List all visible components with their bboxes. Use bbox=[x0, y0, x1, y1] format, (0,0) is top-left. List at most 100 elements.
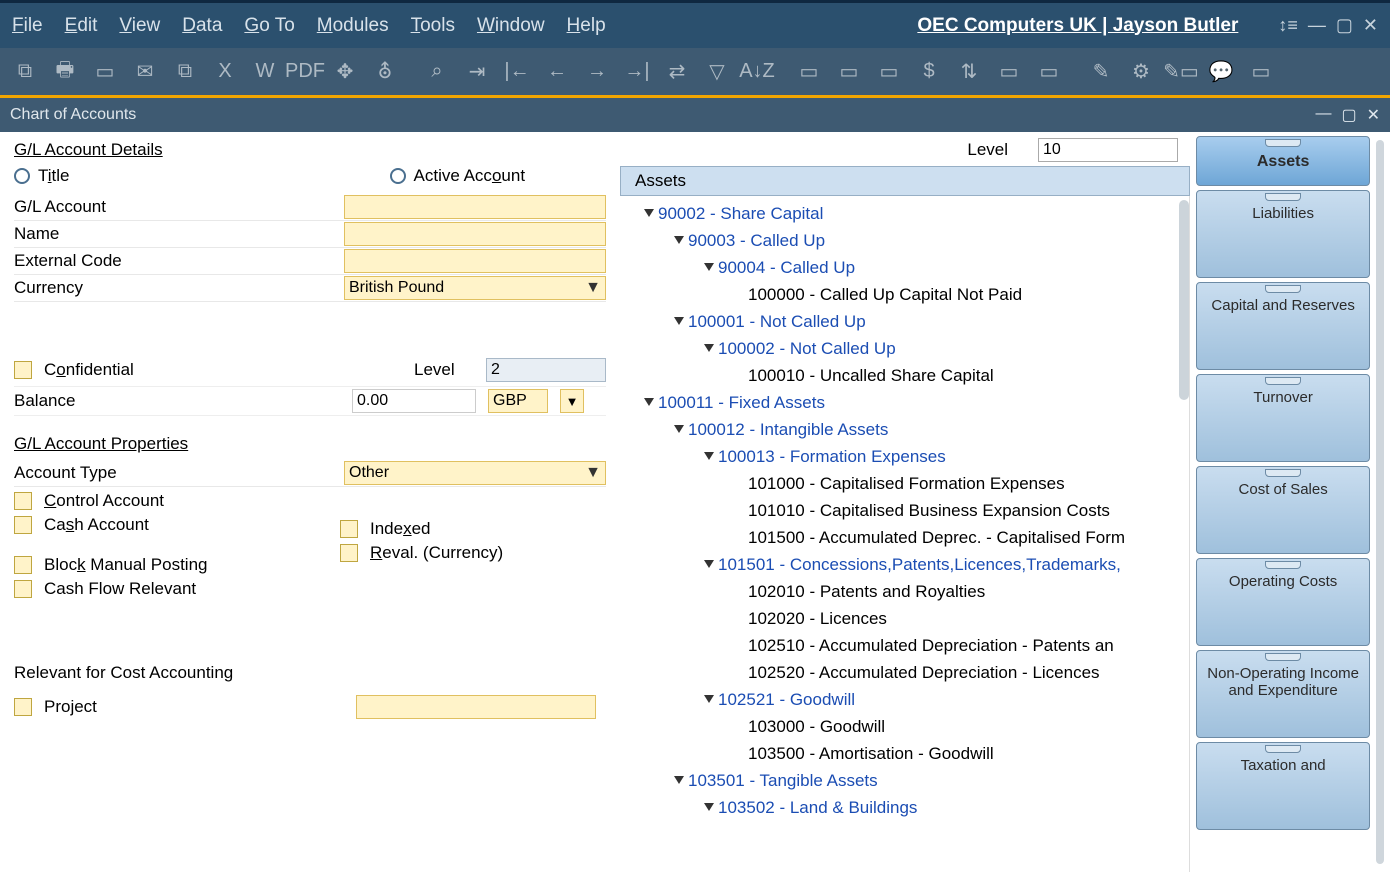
menu-window[interactable]: Window bbox=[477, 15, 545, 37]
finance-icon[interactable]: $ bbox=[912, 55, 946, 89]
doc3-icon[interactable]: ▭ bbox=[872, 55, 906, 89]
tree-node[interactable]: 90004 - Called Up bbox=[628, 254, 1181, 281]
preview-icon[interactable]: ⧉ bbox=[8, 55, 42, 89]
folder-icon[interactable]: ▭ bbox=[88, 55, 122, 89]
tree-scrollbar[interactable] bbox=[1179, 200, 1189, 400]
level-input[interactable] bbox=[486, 358, 606, 382]
expand-arrow-icon[interactable] bbox=[674, 236, 684, 244]
cash-flow-checkbox[interactable] bbox=[14, 580, 32, 598]
expand-arrow-icon[interactable] bbox=[704, 344, 714, 352]
edit-icon[interactable]: ✎ bbox=[1084, 55, 1118, 89]
tree-node[interactable]: 102521 - Goodwill bbox=[628, 686, 1181, 713]
indexed-checkbox[interactable] bbox=[340, 520, 358, 538]
sub-close-icon[interactable]: ✕ bbox=[1367, 105, 1380, 125]
menu-help[interactable]: Help bbox=[567, 15, 606, 37]
doc4-icon[interactable]: ▭ bbox=[992, 55, 1026, 89]
tree-node[interactable]: 90003 - Called Up bbox=[628, 227, 1181, 254]
tree-node[interactable]: 100012 - Intangible Assets bbox=[628, 416, 1181, 443]
control-account-checkbox[interactable] bbox=[14, 492, 32, 510]
expand-arrow-icon[interactable] bbox=[704, 695, 714, 703]
next-icon[interactable]: → bbox=[580, 55, 614, 89]
first-icon[interactable]: |← bbox=[500, 55, 534, 89]
refresh-icon[interactable]: ⇄ bbox=[660, 55, 694, 89]
sort2-icon[interactable]: ⇅ bbox=[952, 55, 986, 89]
tree-node[interactable]: 100011 - Fixed Assets bbox=[628, 389, 1181, 416]
filter-icon[interactable]: ▽ bbox=[700, 55, 734, 89]
menu-file[interactable]: File bbox=[12, 15, 43, 37]
expand-arrow-icon[interactable] bbox=[674, 317, 684, 325]
project-input[interactable] bbox=[356, 695, 596, 719]
more-icon[interactable]: ▭ bbox=[1244, 55, 1278, 89]
tree-node[interactable]: 100001 - Not Called Up bbox=[628, 308, 1181, 335]
tree-node[interactable]: 100002 - Not Called Up bbox=[628, 335, 1181, 362]
confidential-checkbox[interactable] bbox=[14, 361, 32, 379]
drawer-capital-and-reserves[interactable]: Capital and Reserves bbox=[1196, 282, 1370, 370]
doc2-icon[interactable]: ▭ bbox=[832, 55, 866, 89]
menu-data[interactable]: Data bbox=[182, 15, 222, 37]
account-type-select[interactable]: Other▼ bbox=[344, 461, 606, 485]
close-icon[interactable]: ✕ bbox=[1363, 15, 1378, 36]
word-icon[interactable]: W bbox=[248, 55, 282, 89]
cash-account-checkbox[interactable] bbox=[14, 516, 32, 534]
tree-node[interactable]: 90002 - Share Capital bbox=[628, 200, 1181, 227]
minimize-icon[interactable]: — bbox=[1308, 15, 1326, 36]
menu-modules[interactable]: Modules bbox=[317, 15, 389, 37]
drawer-scrollbar[interactable] bbox=[1376, 140, 1384, 864]
expand-arrow-icon[interactable] bbox=[644, 398, 654, 406]
expand-arrow-icon[interactable] bbox=[704, 452, 714, 460]
drawer-taxation-and[interactable]: Taxation and bbox=[1196, 742, 1370, 830]
expand-arrow-icon[interactable] bbox=[674, 776, 684, 784]
tree-node[interactable]: 101501 - Concessions,Patents,Licences,Tr… bbox=[628, 551, 1181, 578]
comment-icon[interactable]: 💬 bbox=[1204, 55, 1238, 89]
drawer-non-operating-income-and-expenditure[interactable]: Non-Operating Income and Expenditure bbox=[1196, 650, 1370, 738]
drawer-cost-of-sales[interactable]: Cost of Sales bbox=[1196, 466, 1370, 554]
sub-minimize-icon[interactable]: — bbox=[1315, 105, 1331, 125]
layout-icon[interactable]: ↕≡ bbox=[1278, 15, 1298, 36]
print-icon[interactable]: 🖶 bbox=[48, 55, 82, 89]
lock-icon[interactable]: ⛢ bbox=[368, 55, 402, 89]
menu-tools[interactable]: Tools bbox=[411, 15, 455, 37]
menu-goto[interactable]: Go To bbox=[244, 15, 294, 37]
tree-node[interactable]: 103501 - Tangible Assets bbox=[628, 767, 1181, 794]
project-checkbox[interactable] bbox=[14, 698, 32, 716]
menu-edit[interactable]: Edit bbox=[65, 15, 98, 37]
gl-account-input[interactable] bbox=[344, 195, 606, 219]
find-icon[interactable]: ⌕ bbox=[420, 55, 454, 89]
excel-icon[interactable]: X bbox=[208, 55, 242, 89]
tree-level-input[interactable] bbox=[1038, 138, 1178, 162]
tree-node[interactable]: 103502 - Land & Buildings bbox=[628, 794, 1181, 821]
drawer-operating-costs[interactable]: Operating Costs bbox=[1196, 558, 1370, 646]
tree-node[interactable]: 100013 - Formation Expenses bbox=[628, 443, 1181, 470]
reval-checkbox[interactable] bbox=[340, 544, 358, 562]
sub-maximize-icon[interactable]: ▢ bbox=[1341, 105, 1356, 125]
balance-dropdown[interactable]: ▼ bbox=[560, 389, 584, 413]
copy-icon[interactable]: ⧉ bbox=[168, 55, 202, 89]
expand-arrow-icon[interactable] bbox=[644, 209, 654, 217]
expand-arrow-icon[interactable] bbox=[674, 425, 684, 433]
expand-arrow-icon[interactable] bbox=[704, 803, 714, 811]
expand-arrow-icon[interactable] bbox=[704, 263, 714, 271]
goto-icon[interactable]: ⇥ bbox=[460, 55, 494, 89]
name-input[interactable] bbox=[344, 222, 606, 246]
doc1-icon[interactable]: ▭ bbox=[792, 55, 826, 89]
maximize-icon[interactable]: ▢ bbox=[1336, 15, 1353, 36]
currency-select[interactable]: British Pound▼ bbox=[344, 276, 606, 300]
menu-view[interactable]: View bbox=[119, 15, 160, 37]
radio-title[interactable]: Title bbox=[14, 166, 70, 186]
config-icon[interactable]: ✎▭ bbox=[1164, 55, 1198, 89]
tree-header[interactable]: Assets bbox=[620, 166, 1190, 196]
block-manual-checkbox[interactable] bbox=[14, 556, 32, 574]
settings-icon[interactable]: ⚙ bbox=[1124, 55, 1158, 89]
prev-icon[interactable]: ← bbox=[540, 55, 574, 89]
radio-active-account[interactable]: Active Account bbox=[390, 166, 526, 186]
expand-arrow-icon[interactable] bbox=[704, 560, 714, 568]
move-icon[interactable]: ✥ bbox=[328, 55, 362, 89]
drawer-liabilities[interactable]: Liabilities bbox=[1196, 190, 1370, 278]
last-icon[interactable]: →| bbox=[620, 55, 654, 89]
drawer-turnover[interactable]: Turnover bbox=[1196, 374, 1370, 462]
sort-icon[interactable]: A↓Z bbox=[740, 55, 774, 89]
external-code-input[interactable] bbox=[344, 249, 606, 273]
drawer-assets[interactable]: Assets bbox=[1196, 136, 1370, 186]
doc5-icon[interactable]: ▭ bbox=[1032, 55, 1066, 89]
message-icon[interactable]: ✉ bbox=[128, 55, 162, 89]
